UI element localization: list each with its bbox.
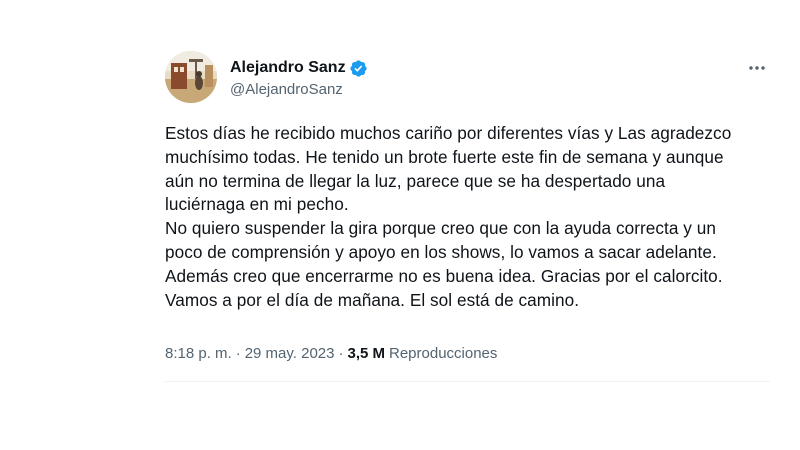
- separator-dot: ·: [235, 345, 241, 362]
- tweet-card: Alejandro Sanz @AlejandroSanz Estos días…: [165, 50, 770, 382]
- display-name[interactable]: Alejandro Sanz: [230, 58, 346, 78]
- views-label: Reproducciones: [389, 345, 498, 362]
- name-row: Alejandro Sanz: [230, 58, 368, 78]
- separator-dot: ·: [338, 345, 344, 362]
- views-count: 3,5 M: [347, 345, 385, 362]
- handle[interactable]: @AlejandroSanz: [230, 80, 368, 100]
- verified-badge-icon[interactable]: [349, 59, 368, 78]
- tweet-text: Estos días he recibido muchos cariño por…: [165, 123, 732, 310]
- tweet-time[interactable]: 8:18 p. m.: [165, 344, 232, 364]
- tweet-metadata: 8:18 p. m. · 29 may. 2023 · 3,5 M Reprod…: [165, 344, 497, 364]
- divider: [165, 381, 770, 382]
- author-info: Alejandro Sanz @AlejandroSanz: [230, 58, 368, 100]
- profile-photo-icon: [165, 51, 217, 103]
- avatar[interactable]: [165, 51, 217, 103]
- tweet-date[interactable]: 29 may. 2023: [245, 344, 335, 364]
- more-options-icon[interactable]: [745, 56, 769, 80]
